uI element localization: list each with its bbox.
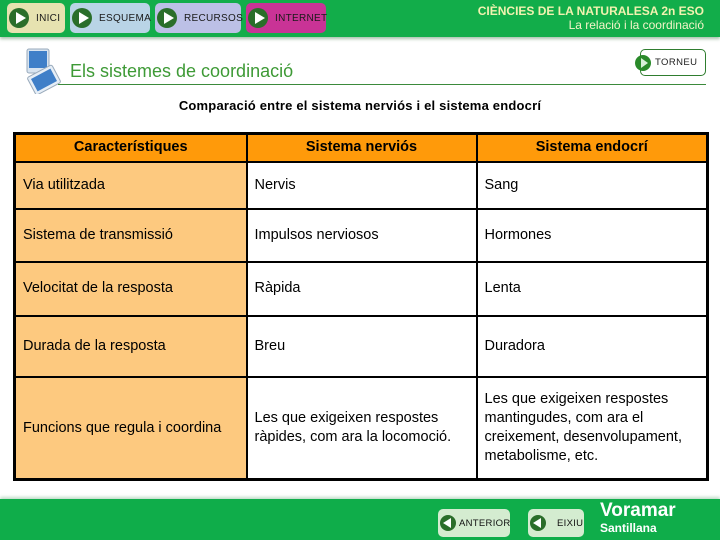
footer-bar: ANTERIOR EIXIU Voramar Santillana	[0, 499, 720, 540]
nav-button-recursos[interactable]: RECURSOS	[155, 3, 244, 33]
nav-label: ESQUEMA	[99, 12, 152, 24]
comparison-table: Característiques Sistema nerviós Sistema…	[13, 132, 709, 481]
section-divider	[58, 84, 706, 85]
feature-cell: Durada de la resposta	[13, 314, 248, 378]
nav-button-internet[interactable]: INTERNET	[246, 3, 328, 33]
nav-button-esquema[interactable]: ESQUEMA	[70, 3, 152, 33]
endocrine-cell: Lenta	[475, 260, 709, 317]
endocrine-cell: Duradora	[475, 314, 709, 378]
publisher-name: Santillana	[600, 521, 657, 535]
table-row: Via utilitzada Nervis Sang	[13, 160, 709, 210]
endocrine-cell: Hormones	[475, 207, 709, 263]
nervous-cell: Impulsos nerviosos	[245, 207, 478, 263]
feature-cell: Velocitat de la resposta	[13, 260, 248, 317]
back-arrow-icon	[530, 515, 546, 531]
section-title: Els sistemes de coordinació	[70, 61, 294, 81]
play-icon	[248, 8, 268, 28]
nav-button-inici[interactable]: INICI	[7, 3, 65, 33]
play-icon	[72, 8, 92, 28]
endocrine-cell: Sang	[475, 160, 709, 210]
torneu-label: TORNEU	[655, 57, 698, 68]
column-header: Sistema endocrí	[475, 132, 709, 163]
nervous-cell: Breu	[245, 314, 478, 378]
nav-label: INICI	[36, 12, 61, 24]
feature-cell: Via utilitzada	[13, 160, 248, 210]
torneu-button[interactable]: TORNEU	[635, 49, 706, 76]
play-icon	[635, 54, 651, 71]
column-header: Característiques	[13, 132, 248, 163]
feature-cell: Funcions que regula i coordina	[13, 375, 248, 481]
eixiu-button[interactable]: EIXIU	[528, 509, 584, 537]
play-icon	[9, 8, 29, 28]
publisher-logo: Voramar Santillana	[600, 500, 676, 536]
course-title: CIÈNCIES DE LA NATURALESA 2n ESO La rela…	[478, 4, 704, 32]
course-name: CIÈNCIES DE LA NATURALESA 2n ESO	[477, 4, 704, 18]
column-header: Sistema nerviós	[245, 132, 478, 163]
back-arrow-icon	[440, 515, 456, 531]
table-header-row: Característiques Sistema nerviós Sistema…	[13, 132, 709, 163]
feature-cell: Sistema de transmissió	[13, 207, 248, 263]
nervous-cell: Ràpida	[245, 260, 478, 317]
endocrine-cell: Les que exigeixen respostes mantingudes,…	[475, 375, 709, 481]
table-row: Durada de la resposta Breu Duradora	[13, 314, 709, 378]
nervous-cell: Nervis	[245, 160, 478, 210]
table-row: Funcions que regula i coordina Les que e…	[13, 375, 709, 481]
brand-name: Voramar	[600, 500, 676, 521]
slides-icon	[26, 48, 61, 94]
anterior-label: ANTERIOR	[459, 517, 511, 529]
nav-label: INTERNET	[275, 12, 328, 24]
table-row: Velocitat de la resposta Ràpida Lenta	[13, 260, 709, 317]
eixiu-label: EIXIU	[557, 517, 584, 529]
nav-label: RECURSOS	[184, 12, 244, 24]
play-icon	[157, 8, 177, 28]
nervous-cell: Les que exigeixen respostes ràpides, com…	[245, 375, 478, 481]
top-nav-bar: INICI ESQUEMA RECURSOS INTERNET CIÈNCIES…	[0, 0, 720, 37]
anterior-button[interactable]: ANTERIOR	[438, 509, 510, 537]
table-row: Sistema de transmissió Impulsos nervioso…	[13, 207, 709, 263]
unit-name: La relació i la coordinació	[568, 18, 704, 32]
table-caption: Comparació entre el sistema nerviós i el…	[178, 98, 542, 113]
